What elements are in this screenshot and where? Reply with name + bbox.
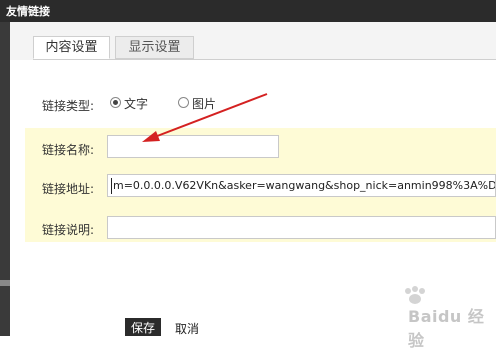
- sidebar-scroll-marker: [0, 280, 10, 286]
- link-type-label: 链接类型:: [42, 99, 95, 113]
- tab-divider: [33, 59, 496, 60]
- radio-text-label[interactable]: 文字: [124, 95, 148, 112]
- save-button[interactable]: 保存: [125, 318, 161, 336]
- left-sidebar-edge: [0, 22, 10, 336]
- text-cursor: [111, 178, 112, 194]
- cancel-button[interactable]: 取消: [175, 320, 199, 337]
- watermark-text: Baidu 经验: [408, 307, 485, 350]
- paw-icon: [405, 286, 425, 304]
- radio-image-label[interactable]: 图片: [192, 95, 216, 112]
- link-name-field[interactable]: [107, 135, 279, 158]
- link-desc-label: 链接说明:: [42, 223, 95, 237]
- link-desc-field[interactable]: [107, 216, 496, 239]
- link-url-value: m=0.0.0.0.V62VKn&asker=wangwang&shop_nic…: [113, 179, 496, 192]
- link-url-label: 链接地址:: [42, 182, 95, 196]
- link-name-label: 链接名称:: [42, 143, 95, 157]
- radio-text[interactable]: [110, 97, 121, 108]
- radio-image[interactable]: [178, 97, 189, 108]
- link-url-field[interactable]: m=0.0.0.0.V62VKn&asker=wangwang&shop_nic…: [107, 174, 496, 197]
- baidu-watermark: Baidu 经验: [400, 285, 490, 350]
- window-titlebar: 友情链接: [0, 0, 496, 22]
- radio-selected-dot: [113, 100, 118, 105]
- tab-content-settings[interactable]: 内容设置: [33, 36, 110, 59]
- tab-display-settings[interactable]: 显示设置: [115, 36, 194, 59]
- window-title: 友情链接: [6, 5, 50, 18]
